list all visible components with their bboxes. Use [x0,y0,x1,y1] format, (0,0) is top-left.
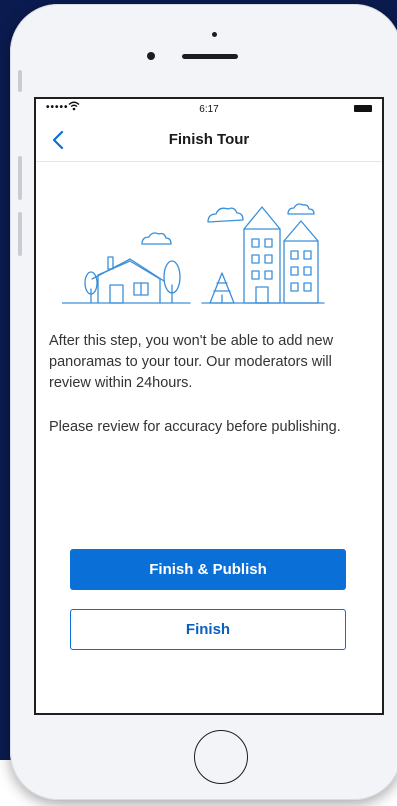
proximity-sensor [212,32,217,37]
city-illustration [62,203,325,304]
info-paragraph: After this step, you won't be able to ad… [49,333,334,391]
navigation-bar: Finish Tour [36,119,382,162]
volume-down-button [18,212,22,256]
status-bar: ••••• 6:17 [36,99,382,119]
earpiece-speaker [182,54,238,59]
front-camera [147,52,155,60]
page-title: Finish Tour [168,131,250,148]
review-paragraph: Please review for accuracy before publis… [49,419,341,435]
phone-screen: ••••• 6:17 Finish Tour After this step, … [34,97,384,715]
mute-switch [18,70,22,92]
finish-button[interactable]: Finish [70,609,346,650]
volume-up-button [18,156,22,200]
finish-and-publish-button[interactable]: Finish & Publish [70,549,346,590]
battery-icon [354,105,372,112]
status-time: 6:17 [199,104,219,115]
home-button[interactable] [194,730,248,784]
